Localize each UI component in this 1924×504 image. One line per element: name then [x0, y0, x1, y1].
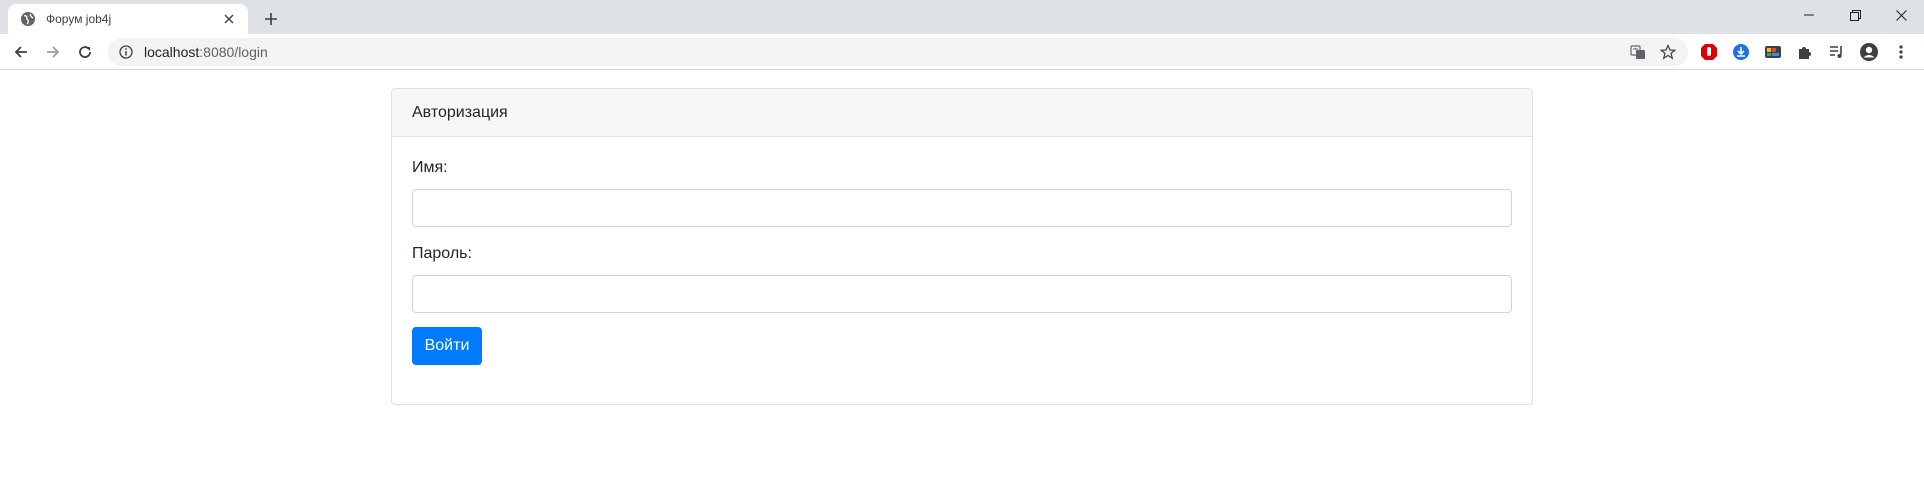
password-label: Пароль: [412, 245, 472, 262]
menu-kebab-icon[interactable] [1891, 42, 1911, 62]
login-card: Авторизация Имя: Пароль: Войти [391, 88, 1533, 405]
adblock-extension-icon[interactable] [1699, 42, 1719, 62]
back-arrow-icon[interactable] [7, 38, 35, 66]
password-input[interactable] [412, 275, 1512, 313]
browser-toolbar: localhost:8080/login [0, 34, 1924, 70]
name-input[interactable] [412, 189, 1512, 227]
colorful-extension-icon[interactable] [1763, 42, 1783, 62]
new-tab-button[interactable] [258, 6, 284, 32]
url-host: localhost [144, 44, 200, 60]
card-header: Авторизация [392, 89, 1532, 137]
minimize-icon[interactable] [1786, 0, 1832, 30]
window-close-icon[interactable] [1878, 0, 1924, 30]
translate-icon[interactable] [1628, 42, 1648, 62]
globe-icon [20, 11, 36, 27]
url-text: localhost:8080/login [144, 44, 268, 60]
login-form: Имя: Пароль: Войти [392, 137, 1532, 405]
browser-tab[interactable]: Форум job4j [8, 4, 248, 34]
site-info-icon[interactable] [118, 44, 134, 60]
bookmark-star-icon[interactable] [1658, 42, 1678, 62]
reload-icon[interactable] [71, 38, 99, 66]
login-button[interactable]: Войти [412, 327, 482, 365]
restore-icon[interactable] [1832, 0, 1878, 30]
forward-arrow-icon[interactable] [39, 38, 67, 66]
tab-title: Форум job4j [46, 12, 112, 26]
puzzle-extensions-icon[interactable] [1795, 42, 1815, 62]
close-icon[interactable] [220, 10, 238, 28]
name-label: Имя: [412, 159, 448, 176]
address-bar[interactable]: localhost:8080/login [108, 38, 1688, 66]
tab-strip: Форум job4j [0, 0, 1924, 34]
media-queue-icon[interactable] [1827, 42, 1847, 62]
download-extension-icon[interactable] [1731, 42, 1751, 62]
profile-avatar-icon[interactable] [1859, 42, 1879, 62]
url-path: :8080/login [199, 44, 268, 60]
